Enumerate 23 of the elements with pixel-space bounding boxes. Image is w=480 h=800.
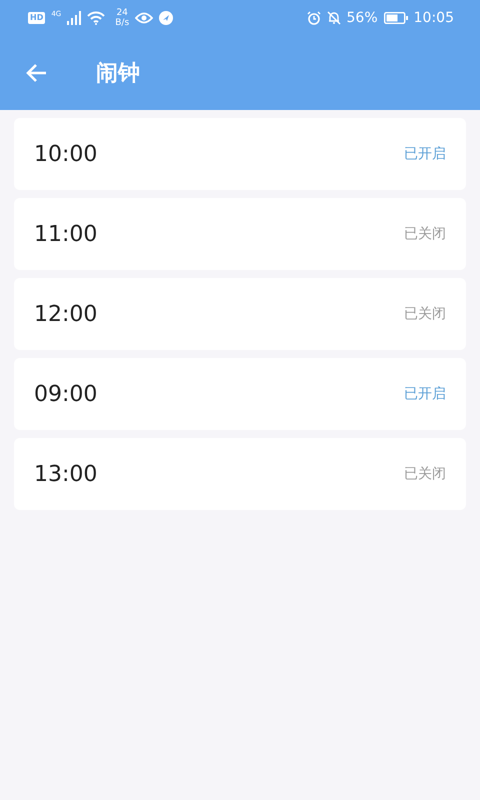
battery-icon [384,12,408,24]
alarm-time: 10:00 [34,142,98,166]
speed-unit: B/s [115,18,130,28]
alarm-card[interactable]: 12:00 已关闭 [14,278,466,350]
wifi-icon [87,11,106,25]
alarm-card[interactable]: 13:00 已关闭 [14,438,466,510]
alarm-card[interactable]: 10:00 已开启 [14,118,466,190]
speed-value: 24 [116,8,128,18]
alarm-card[interactable]: 11:00 已关闭 [14,198,466,270]
alarm-time: 12:00 [34,302,98,326]
page-title: 闹钟 [96,60,140,88]
eye-icon [135,12,154,24]
battery-percent: 56% [346,10,378,26]
alarm-icon [306,11,321,25]
alarm-time: 11:00 [34,222,98,246]
location-icon [159,11,174,25]
alarm-card[interactable]: 09:00 已开启 [14,358,466,430]
signal-icon [67,11,82,25]
mute-bell-icon [326,11,341,25]
alarm-time: 13:00 [34,462,98,486]
hd-badge: HD [28,12,46,24]
alarm-time: 09:00 [34,382,98,406]
clock-time: 10:05 [414,10,454,26]
